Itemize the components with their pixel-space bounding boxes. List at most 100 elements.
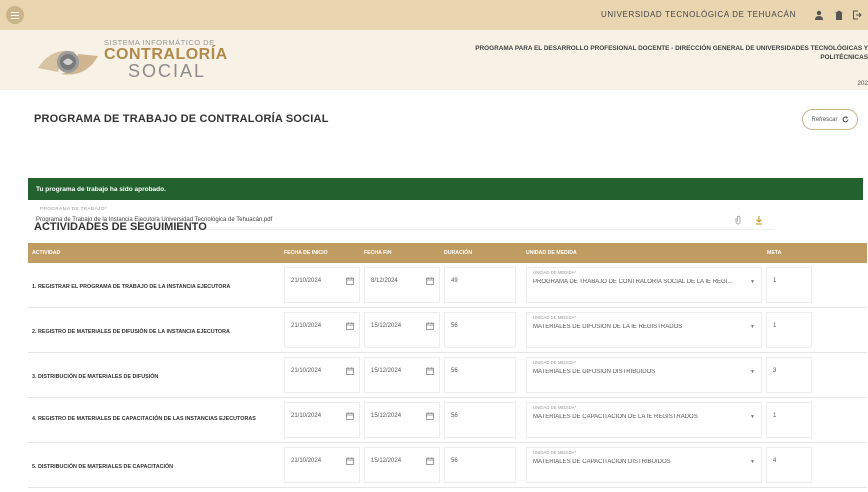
unit-select[interactable]: UNIDAD DE MEDIDA* MATERIALES DE CAPACITA… — [526, 402, 762, 438]
duration-value: 49 — [451, 278, 458, 284]
table-row: 2. REGISTRO DE MATERIALES DE DIFUSIÓN DE… — [28, 308, 867, 353]
header-activity: ACTIVIDAD — [32, 250, 61, 256]
table-row: 5. DISTRIBUCIÓN DE MATERIALES DE CAPACIT… — [28, 443, 867, 488]
goal-field[interactable]: 4 — [766, 447, 812, 483]
activities-table: ACTIVIDAD FECHA DE INICIO FECHA FIN DURA… — [28, 243, 867, 488]
unit-value: MATERIALES DE DIFUSIÓN DISTRIBUIDOS — [533, 369, 656, 375]
unit-value: PROGRAMA DE TRABAJO DE CONTRALORÍA SOCIA… — [533, 279, 733, 285]
chevron-down-icon[interactable]: ▼ — [750, 414, 755, 420]
start-date-field[interactable]: 21/10/2024 — [284, 357, 360, 393]
calendar-icon[interactable] — [346, 367, 354, 375]
goal-value: 1 — [773, 323, 777, 329]
activity-name: 4. REGISTRO DE MATERIALES DE CAPACITACIÓ… — [32, 416, 256, 422]
menu-icon — [11, 14, 19, 16]
goal-value: 1 — [773, 413, 777, 419]
approval-banner: Tu programa de trabajo ha sido aprobado. — [28, 178, 863, 200]
chevron-down-icon[interactable]: ▼ — [750, 324, 755, 330]
logout-icon[interactable] — [850, 8, 864, 22]
goal-value: 1 — [773, 278, 777, 284]
header-start: FECHA DE INICIO — [284, 250, 328, 256]
goal-field[interactable]: 1 — [766, 312, 812, 348]
refresh-button[interactable]: Refrescar — [802, 109, 858, 130]
table-row: 4. REGISTRO DE MATERIALES DE CAPACITACIÓ… — [28, 398, 867, 443]
section-title: ACTIVIDADES DE SEGUIMIENTO — [34, 221, 207, 233]
unit-label: UNIDAD DE MEDIDA* — [533, 360, 577, 365]
top-bar: UNIVERSIDAD TECNOLÓGICA DE TEHUACÁN — [0, 0, 868, 30]
goal-field[interactable]: 1 — [766, 267, 812, 303]
menu-button[interactable] — [6, 6, 24, 24]
university-name: UNIVERSIDAD TECNOLÓGICA DE TEHUACÁN — [601, 10, 796, 19]
app-header: SISTEMA INFORMÁTICO DE CONTRALORÍA SOCIA… — [0, 30, 868, 90]
duration-value: 56 — [451, 323, 458, 329]
table-header: ACTIVIDAD FECHA DE INICIO FECHA FIN DURA… — [28, 243, 867, 263]
duration-field: 56 — [444, 402, 516, 438]
duration-field: 56 — [444, 312, 516, 348]
paperclip-icon[interactable] — [734, 215, 742, 225]
calendar-icon[interactable] — [346, 457, 354, 465]
start-date-value: 21/10/2024 — [291, 323, 322, 329]
goal-value: 3 — [773, 368, 777, 374]
goal-field[interactable]: 1 — [766, 402, 812, 438]
unit-select[interactable]: UNIDAD DE MEDIDA* MATERIALES DE CAPACITA… — [526, 447, 762, 483]
end-date-value: 15/12/2024 — [371, 458, 402, 464]
duration-value: 56 — [451, 458, 458, 464]
page-title: PROGRAMA DE TRABAJO DE CONTRALORÍA SOCIA… — [34, 113, 329, 125]
duration-value: 56 — [451, 413, 458, 419]
unit-value: MATERIALES DE CAPACITACIÓN DISTRIBUIDOS — [533, 459, 671, 465]
calendar-icon[interactable] — [426, 457, 434, 465]
chevron-down-icon[interactable]: ▼ — [750, 459, 755, 465]
unit-select[interactable]: UNIDAD DE MEDIDA* MATERIALES DE DIFUSIÓN… — [526, 357, 762, 393]
program-year: 202 — [857, 80, 868, 87]
unit-label: UNIDAD DE MEDIDA* — [533, 270, 577, 275]
chevron-down-icon[interactable]: ▼ — [750, 369, 755, 375]
activity-name: 1. REGISTRAR EL PROGRAMA DE TRABAJO DE L… — [32, 284, 231, 290]
start-date-field[interactable]: 21/10/2024 — [284, 447, 360, 483]
calendar-icon[interactable] — [346, 277, 354, 285]
start-date-value: 21/10/2024 — [291, 458, 322, 464]
start-date-field[interactable]: 21/10/2024 — [284, 267, 360, 303]
goal-field[interactable]: 3 — [766, 357, 812, 393]
end-date-field[interactable]: 15/12/2024 — [364, 312, 440, 348]
refresh-icon — [842, 116, 848, 123]
user-icon[interactable] — [812, 8, 826, 22]
calendar-icon[interactable] — [426, 277, 434, 285]
end-date-field[interactable]: 15/12/2024 — [364, 357, 440, 393]
chevron-down-icon[interactable]: ▼ — [750, 279, 755, 285]
logo-line3: SOCIAL — [128, 61, 207, 81]
duration-value: 56 — [451, 368, 458, 374]
unit-value: MATERIALES DE DIFUSIÓN DE LA IE REGISTRA… — [533, 324, 683, 330]
download-icon[interactable] — [755, 215, 763, 225]
end-date-value: 15/12/2024 — [371, 368, 402, 374]
start-date-field[interactable]: 21/10/2024 — [284, 312, 360, 348]
calendar-icon[interactable] — [346, 412, 354, 420]
end-date-field[interactable]: 15/12/2024 — [364, 447, 440, 483]
end-date-field[interactable]: 8/12/2024 — [364, 267, 440, 303]
calendar-icon[interactable] — [426, 367, 434, 375]
logo-seal-icon — [38, 50, 98, 75]
header-unit: UNIDAD DE MEDIDA — [526, 250, 577, 256]
activity-name: 2. REGISTRO DE MATERIALES DE DIFUSIÓN DE… — [32, 329, 230, 335]
duration-field: 49 — [444, 267, 516, 303]
start-date-value: 21/10/2024 — [291, 368, 322, 374]
end-date-value: 8/12/2024 — [371, 278, 398, 284]
calendar-icon[interactable] — [346, 322, 354, 330]
start-date-value: 21/10/2024 — [291, 413, 322, 419]
header-end: FECHA FIN — [364, 250, 392, 256]
unit-label: UNIDAD DE MEDIDA* — [533, 405, 577, 410]
calendar-icon[interactable] — [426, 412, 434, 420]
calendar-icon[interactable] — [426, 322, 434, 330]
header-goal: META — [767, 250, 782, 256]
unit-select[interactable]: UNIDAD DE MEDIDA* PROGRAMA DE TRABAJO DE… — [526, 267, 762, 303]
activity-name: 5. DISTRIBUCIÓN DE MATERIALES DE CAPACIT… — [32, 464, 174, 470]
start-date-value: 21/10/2024 — [291, 278, 322, 284]
unit-select[interactable]: UNIDAD DE MEDIDA* MATERIALES DE DIFUSIÓN… — [526, 312, 762, 348]
end-date-field[interactable]: 15/12/2024 — [364, 402, 440, 438]
table-row: 3. DISTRIBUCIÓN DE MATERIALES DE DIFUSIÓ… — [28, 353, 867, 398]
start-date-field[interactable]: 21/10/2024 — [284, 402, 360, 438]
program-name: PROGRAMA PARA EL DESARROLLO PROFESIONAL … — [475, 45, 868, 61]
end-date-value: 15/12/2024 — [371, 413, 402, 419]
refresh-label: Refrescar — [811, 116, 838, 123]
building-icon[interactable] — [832, 8, 846, 22]
goal-value: 4 — [773, 458, 777, 464]
header-duration: DURACIÓN — [444, 250, 472, 256]
